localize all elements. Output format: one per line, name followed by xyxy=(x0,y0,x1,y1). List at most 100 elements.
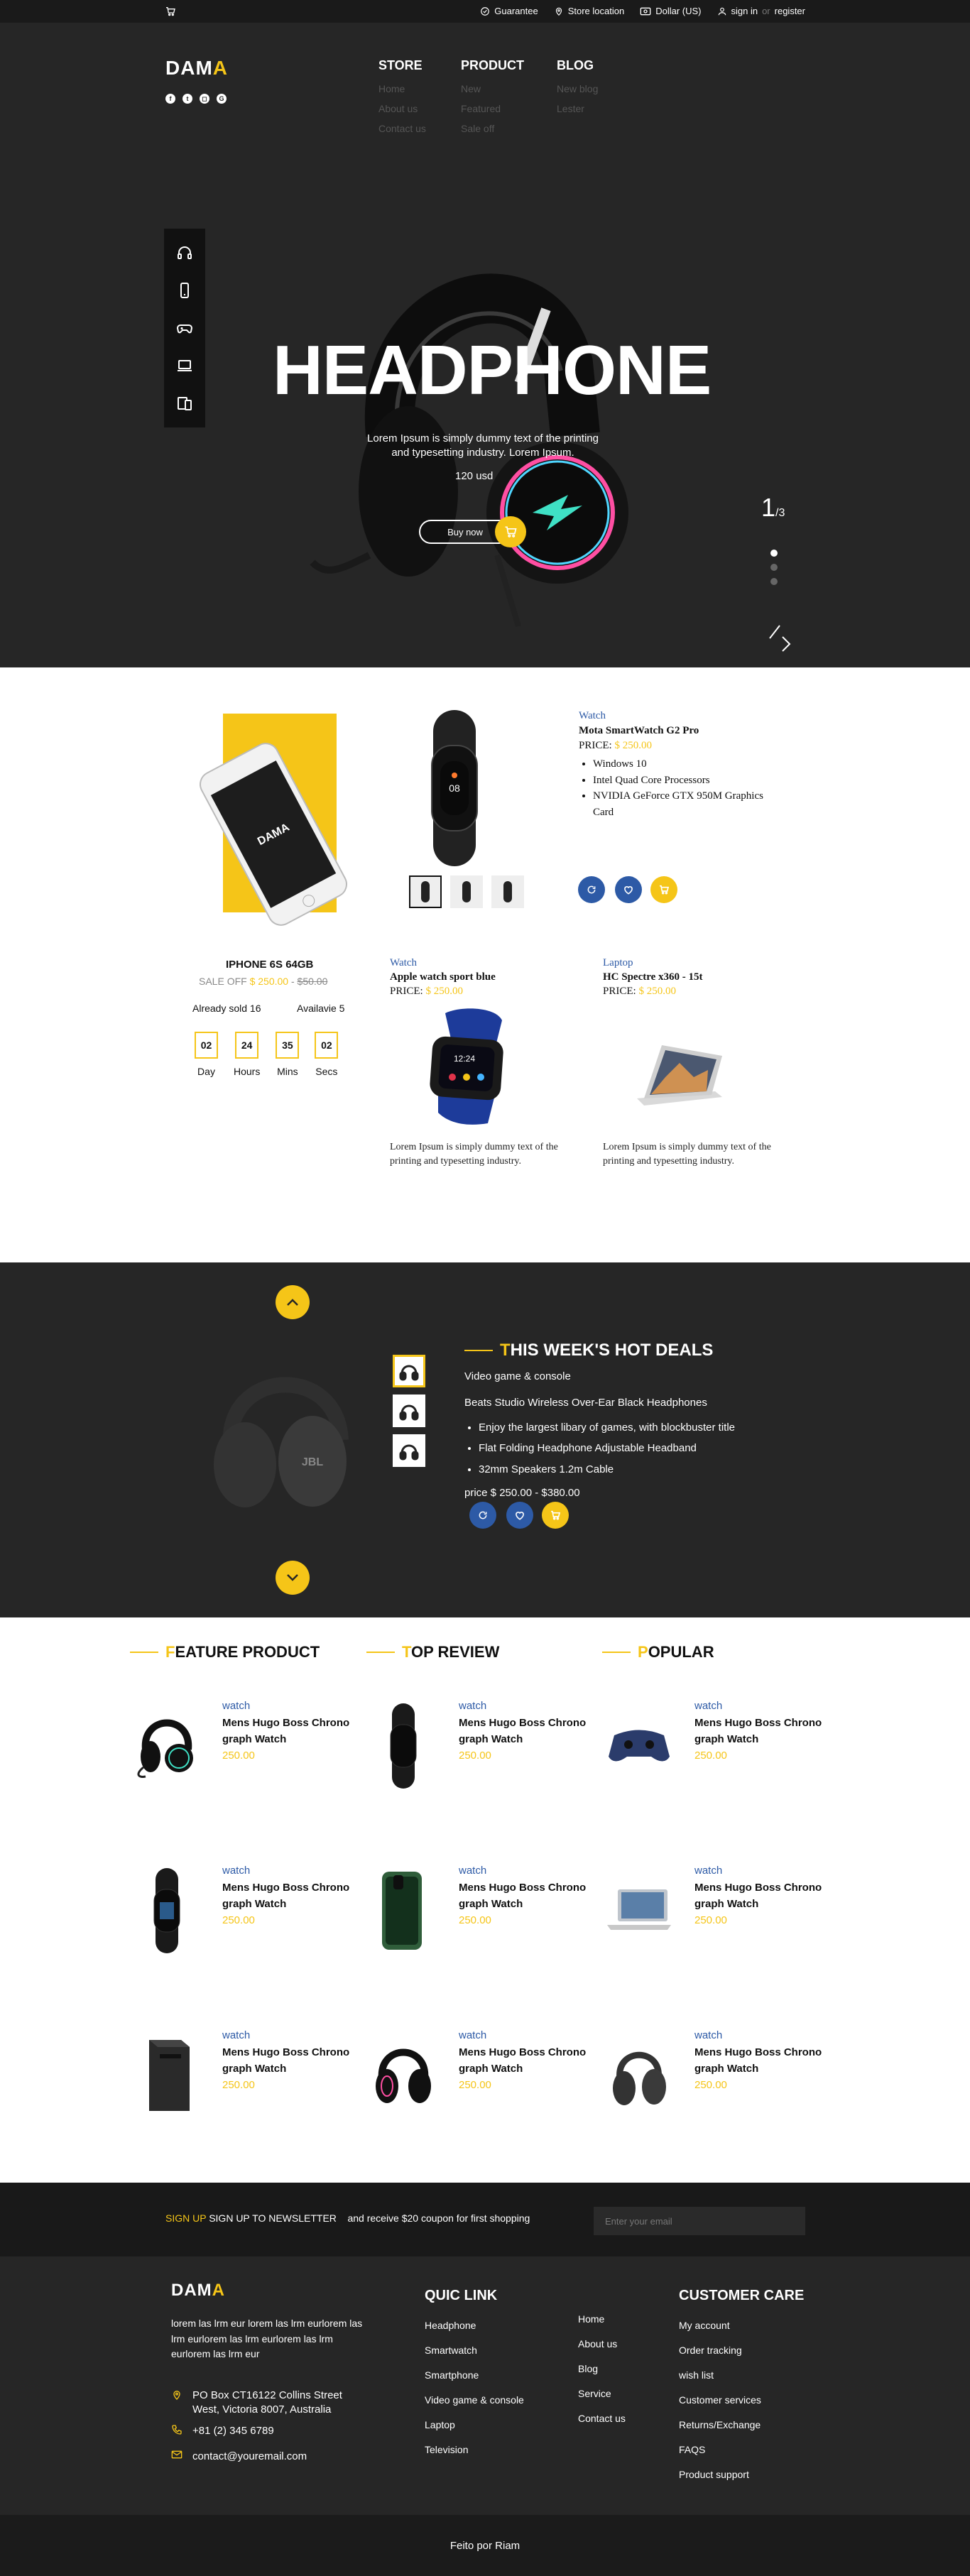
nav-product-title[interactable]: PRODUCT xyxy=(461,58,524,73)
footer-link[interactable]: Blog xyxy=(578,2363,626,2374)
guarantee-link[interactable]: Guarantee xyxy=(480,6,538,16)
product-category[interactable]: watch xyxy=(222,1865,250,1877)
product-category[interactable]: watch xyxy=(222,2029,250,2041)
product-name[interactable]: Apple watch sport blue xyxy=(390,971,582,983)
nav-link-contact[interactable]: Contact us xyxy=(378,123,426,134)
twitter-icon[interactable]: t xyxy=(182,94,192,104)
product-name[interactable]: Mens Hugo Boss Chrono graph Watch xyxy=(459,2045,594,2077)
list-item[interactable]: watch Mens Hugo Boss Chrono graph Watch … xyxy=(604,2029,831,2136)
footer-link[interactable]: Customer services xyxy=(679,2394,804,2406)
footer-logo[interactable]: DAMA xyxy=(171,2281,225,2301)
footer-link[interactable]: My account xyxy=(679,2320,804,2331)
product-category[interactable]: Laptop xyxy=(603,957,795,969)
product-category[interactable]: watch xyxy=(694,1700,722,1712)
footer-link[interactable]: Smartwatch xyxy=(425,2345,524,2356)
list-item[interactable]: watch Mens Hugo Boss Chrono graph Watch … xyxy=(131,2029,359,2136)
featured-phone-image[interactable]: DAMA xyxy=(192,714,355,955)
nav-link-about[interactable]: About us xyxy=(378,103,426,114)
footer-link[interactable]: Returns/Exchange xyxy=(679,2419,804,2430)
product-category[interactable]: watch xyxy=(459,1865,486,1877)
phone-title[interactable]: IPHONE 6S 64GB xyxy=(226,959,313,971)
cart-icon[interactable] xyxy=(165,6,176,19)
product-name[interactable]: HC Spectre x360 - 15t xyxy=(603,971,795,983)
nav-link-new-blog[interactable]: New blog xyxy=(557,83,598,94)
slide-next-arrow-icon[interactable] xyxy=(768,623,797,654)
phone-text[interactable]: +81 (2) 345 6789 xyxy=(192,2424,274,2438)
hero-cart-button[interactable] xyxy=(495,516,526,547)
footer-link[interactable]: Headphone xyxy=(425,2320,524,2331)
footer-link[interactable]: Video game & console xyxy=(425,2394,524,2406)
list-item[interactable]: watch Mens Hugo Boss Chrono graph Watch … xyxy=(368,1865,595,1971)
footer-link[interactable]: Smartphone xyxy=(425,2369,524,2381)
sign-in-link[interactable]: sign in xyxy=(731,6,758,16)
instagram-icon[interactable]: ◻ xyxy=(200,94,209,104)
wishlist-button[interactable] xyxy=(615,876,642,903)
product-category[interactable]: Watch xyxy=(579,710,778,722)
deal-product-name[interactable]: Beats Studio Wireless Over-Ear Black Hea… xyxy=(464,1397,819,1409)
email-text[interactable]: contact@youremail.com xyxy=(192,2450,307,2464)
product-category[interactable]: watch xyxy=(459,2029,486,2041)
footer-link[interactable]: wish list xyxy=(679,2369,804,2381)
nav-store-title[interactable]: STORE xyxy=(378,58,426,73)
deal-next-button[interactable] xyxy=(276,1561,310,1595)
product-category[interactable]: watch xyxy=(222,1700,250,1712)
watch-thumbnail[interactable] xyxy=(409,875,442,908)
nav-link-new[interactable]: New xyxy=(461,83,524,94)
product-card[interactable]: Watch Apple watch sport blue PRICE: $ 25… xyxy=(390,957,582,1168)
watch-thumbnail[interactable] xyxy=(450,875,483,908)
list-item[interactable]: watch Mens Hugo Boss Chrono graph Watch … xyxy=(131,1700,359,1806)
product-name[interactable]: Mens Hugo Boss Chrono graph Watch xyxy=(222,1715,357,1747)
product-name[interactable]: Mens Hugo Boss Chrono graph Watch xyxy=(694,1715,829,1747)
footer-link[interactable]: About us xyxy=(578,2338,626,2349)
nav-link-lester[interactable]: Lester xyxy=(557,103,598,114)
product-name[interactable]: Mens Hugo Boss Chrono graph Watch xyxy=(222,1880,357,1912)
currency-selector[interactable]: Dollar (US) xyxy=(640,6,702,16)
brand-logo[interactable]: DAMA xyxy=(165,57,228,80)
product-category[interactable]: Watch xyxy=(390,957,582,969)
footer-link[interactable]: Television xyxy=(425,2444,524,2455)
product-name[interactable]: Mens Hugo Boss Chrono graph Watch xyxy=(459,1880,594,1912)
footer-link[interactable]: Service xyxy=(578,2388,626,2399)
add-to-cart-button[interactable] xyxy=(542,1502,569,1529)
newsletter-email-input[interactable] xyxy=(594,2207,805,2235)
nav-blog-title[interactable]: BLOG xyxy=(557,58,598,73)
product-name[interactable]: Mota SmartWatch G2 Pro xyxy=(579,725,778,737)
deal-thumbnail[interactable] xyxy=(393,1355,425,1387)
nav-link-home[interactable]: Home xyxy=(378,83,426,94)
footer-link[interactable]: FAQS xyxy=(679,2444,804,2455)
add-to-cart-button[interactable] xyxy=(650,876,677,903)
footer-link[interactable]: Contact us xyxy=(578,2413,626,2424)
devices-icon[interactable] xyxy=(176,395,193,412)
list-item[interactable]: watch Mens Hugo Boss Chrono graph Watch … xyxy=(368,1700,595,1806)
deal-prev-button[interactable] xyxy=(276,1285,310,1319)
product-name[interactable]: Mens Hugo Boss Chrono graph Watch xyxy=(459,1715,594,1747)
footer-link[interactable]: Product support xyxy=(679,2469,804,2480)
nav-link-featured[interactable]: Featured xyxy=(461,103,524,114)
footer-link[interactable]: Laptop xyxy=(425,2419,524,2430)
headphone-icon[interactable] xyxy=(176,244,193,261)
list-item[interactable]: watch Mens Hugo Boss Chrono graph Watch … xyxy=(604,1700,831,1806)
smartphone-icon[interactable] xyxy=(176,282,193,299)
register-link[interactable]: register xyxy=(775,6,805,16)
gamepad-icon[interactable] xyxy=(176,320,193,337)
product-name[interactable]: Mens Hugo Boss Chrono graph Watch xyxy=(694,2045,829,2077)
watch-thumbnail[interactable] xyxy=(491,875,524,908)
list-item[interactable]: watch Mens Hugo Boss Chrono graph Watch … xyxy=(604,1865,831,1971)
slide-dot[interactable] xyxy=(770,564,778,571)
store-location-link[interactable]: Store location xyxy=(554,6,624,16)
laptop-icon[interactable] xyxy=(176,357,193,374)
facebook-icon[interactable]: f xyxy=(165,94,175,104)
product-category[interactable]: watch xyxy=(459,1700,486,1712)
smartwatch-image[interactable]: 08 xyxy=(412,710,497,866)
nav-link-sale[interactable]: Sale off xyxy=(461,123,524,134)
product-category[interactable]: watch xyxy=(694,1865,722,1877)
product-name[interactable]: Mens Hugo Boss Chrono graph Watch xyxy=(694,1880,829,1912)
list-item[interactable]: watch Mens Hugo Boss Chrono graph Watch … xyxy=(368,2029,595,2136)
product-card[interactable]: Laptop HC Spectre x360 - 15t PRICE: $ 25… xyxy=(603,957,795,1168)
refresh-button[interactable] xyxy=(578,876,605,903)
slide-dot[interactable] xyxy=(770,578,778,585)
footer-link[interactable]: Home xyxy=(578,2313,626,2325)
slide-dot[interactable] xyxy=(770,550,778,557)
refresh-button[interactable] xyxy=(469,1502,496,1529)
deal-thumbnail[interactable] xyxy=(393,1395,425,1427)
